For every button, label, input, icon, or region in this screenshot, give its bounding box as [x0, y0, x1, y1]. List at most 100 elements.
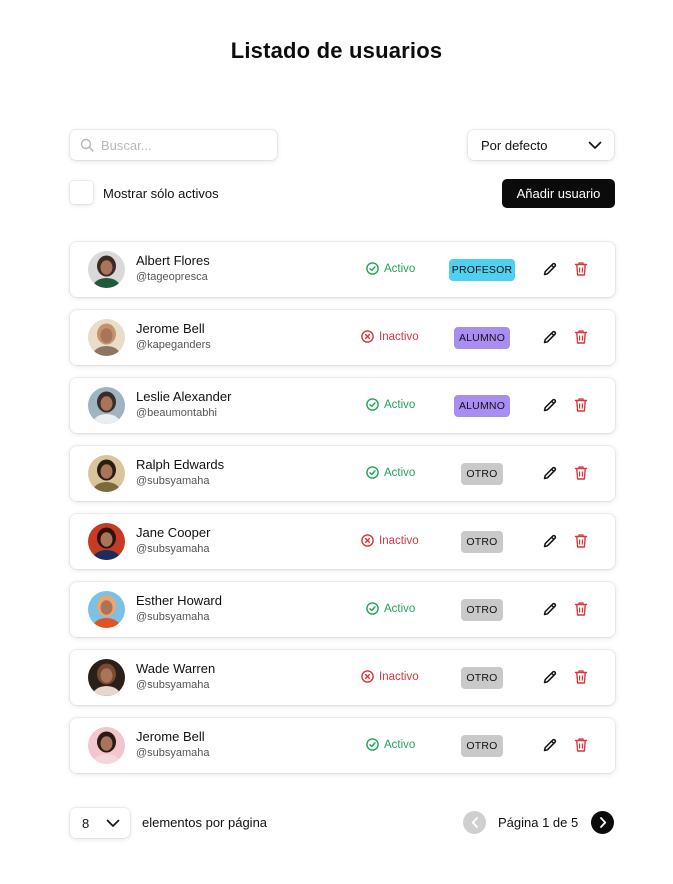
user-name: Ralph Edwards [136, 457, 225, 472]
pencil-icon[interactable] [542, 601, 558, 617]
avatar [88, 455, 125, 492]
user-row: Jane Cooper @subsyamaha Inactivo OTRO [70, 514, 615, 569]
user-name: Esther Howard [136, 593, 222, 608]
check-circle-icon [366, 262, 379, 275]
status-indicator: Activo [366, 466, 415, 479]
trash-icon[interactable] [574, 601, 588, 617]
role-badge: ALUMNO [454, 395, 510, 417]
search-placeholder: Buscar... [101, 137, 152, 153]
status-indicator: Activo [366, 262, 415, 275]
status-label: Inactivo [379, 670, 419, 683]
trash-icon[interactable] [574, 737, 588, 753]
pencil-icon[interactable] [542, 533, 558, 549]
avatar [88, 591, 125, 628]
per-page-label: elementos por página [142, 815, 268, 830]
trash-icon[interactable] [574, 397, 588, 413]
pencil-icon[interactable] [542, 397, 558, 413]
user-row: Albert Flores @tageopresca Activo PROFESOR [70, 242, 615, 297]
check-circle-icon [366, 398, 379, 411]
user-handle: @beaumontabhi [136, 407, 217, 419]
avatar [88, 523, 125, 560]
user-row: Wade Warren @subsyamaha Inactivo OTRO [70, 650, 615, 705]
trash-icon[interactable] [574, 329, 588, 345]
per-page-value: 8 [82, 815, 90, 831]
user-handle: @subsyamaha [136, 611, 210, 623]
previous-page-button[interactable] [463, 811, 486, 834]
user-row: Jerome Bell @subsyamaha Activo OTRO [70, 718, 615, 773]
user-name: Wade Warren [136, 661, 216, 676]
user-name: Albert Flores [136, 253, 210, 268]
status-label: Activo [384, 466, 416, 479]
per-page-select[interactable]: 8 [70, 808, 130, 838]
search-icon [80, 138, 94, 152]
status-indicator: Activo [366, 398, 415, 411]
role-badge: PROFESOR [449, 259, 515, 281]
sort-select[interactable]: Por defecto [468, 130, 614, 160]
role-badge: OTRO [461, 667, 503, 689]
user-handle: @subsyamaha [136, 475, 210, 487]
page-title: Listado de usuarios [230, 38, 443, 63]
add-user-button[interactable]: Añadir usuario [502, 179, 615, 208]
avatar [88, 251, 125, 288]
x-circle-icon [361, 670, 374, 683]
avatar [88, 659, 125, 696]
chevron-right-icon [599, 817, 606, 828]
pencil-icon[interactable] [542, 329, 558, 345]
trash-icon[interactable] [574, 465, 588, 481]
user-name: Jerome Bell [136, 321, 205, 336]
x-circle-icon [361, 534, 374, 547]
status-label: Inactivo [379, 534, 419, 547]
avatar [88, 727, 125, 764]
trash-icon[interactable] [574, 669, 588, 685]
user-row: Leslie Alexander @beaumontabhi Activo ALUMN… [70, 378, 615, 433]
trash-icon[interactable] [574, 261, 588, 277]
pencil-icon[interactable] [542, 737, 558, 753]
chevron-down-icon [106, 819, 120, 827]
status-indicator: Inactivo [361, 534, 419, 547]
status-indicator: Activo [366, 602, 415, 615]
check-circle-icon [366, 602, 379, 615]
user-handle: @tageopresca [136, 271, 208, 283]
pencil-icon[interactable] [542, 465, 558, 481]
status-indicator: Activo [366, 738, 415, 751]
pencil-icon[interactable] [542, 261, 558, 277]
search-input[interactable]: Buscar... [70, 130, 277, 160]
check-circle-icon [366, 738, 379, 751]
user-handle: @kapeganders [136, 339, 211, 351]
page-indicator: Página 1 de 5 [498, 815, 579, 830]
user-name: Leslie Alexander [136, 389, 232, 404]
status-label: Inactivo [379, 330, 419, 343]
check-circle-icon [366, 466, 379, 479]
user-row: Esther Howard @subsyamaha Activo OTRO [70, 582, 615, 637]
x-circle-icon [361, 330, 374, 343]
avatar [88, 319, 125, 356]
user-row: Ralph Edwards @subsyamaha Activo OTRO [70, 446, 615, 501]
status-label: Activo [384, 262, 416, 275]
status-indicator: Inactivo [361, 670, 419, 683]
role-badge: OTRO [461, 531, 503, 553]
only-active-checkbox[interactable] [70, 181, 93, 204]
chevron-down-icon [588, 141, 602, 149]
role-badge: OTRO [461, 599, 503, 621]
pencil-icon[interactable] [542, 669, 558, 685]
role-badge: OTRO [461, 463, 503, 485]
status-label: Activo [384, 398, 416, 411]
sort-select-value: Por defecto [481, 137, 548, 153]
next-page-button[interactable] [591, 811, 614, 834]
only-active-label: Mostrar sólo activos [103, 186, 219, 201]
status-label: Activo [384, 602, 416, 615]
user-list: Albert Flores @tageopresca Activo PROFESOR J… [70, 242, 615, 786]
user-handle: @subsyamaha [136, 543, 210, 555]
trash-icon[interactable] [574, 533, 588, 549]
chevron-left-icon [471, 817, 478, 828]
status-indicator: Inactivo [361, 330, 419, 343]
user-name: Jane Cooper [136, 525, 211, 540]
role-badge: ALUMNO [454, 327, 510, 349]
role-badge: OTRO [461, 735, 503, 757]
user-handle: @subsyamaha [136, 747, 210, 759]
user-handle: @subsyamaha [136, 679, 210, 691]
avatar [88, 387, 125, 424]
status-label: Activo [384, 738, 416, 751]
user-row: Jerome Bell @kapeganders Inactivo ALUMNO [70, 310, 615, 365]
user-name: Jerome Bell [136, 729, 205, 744]
